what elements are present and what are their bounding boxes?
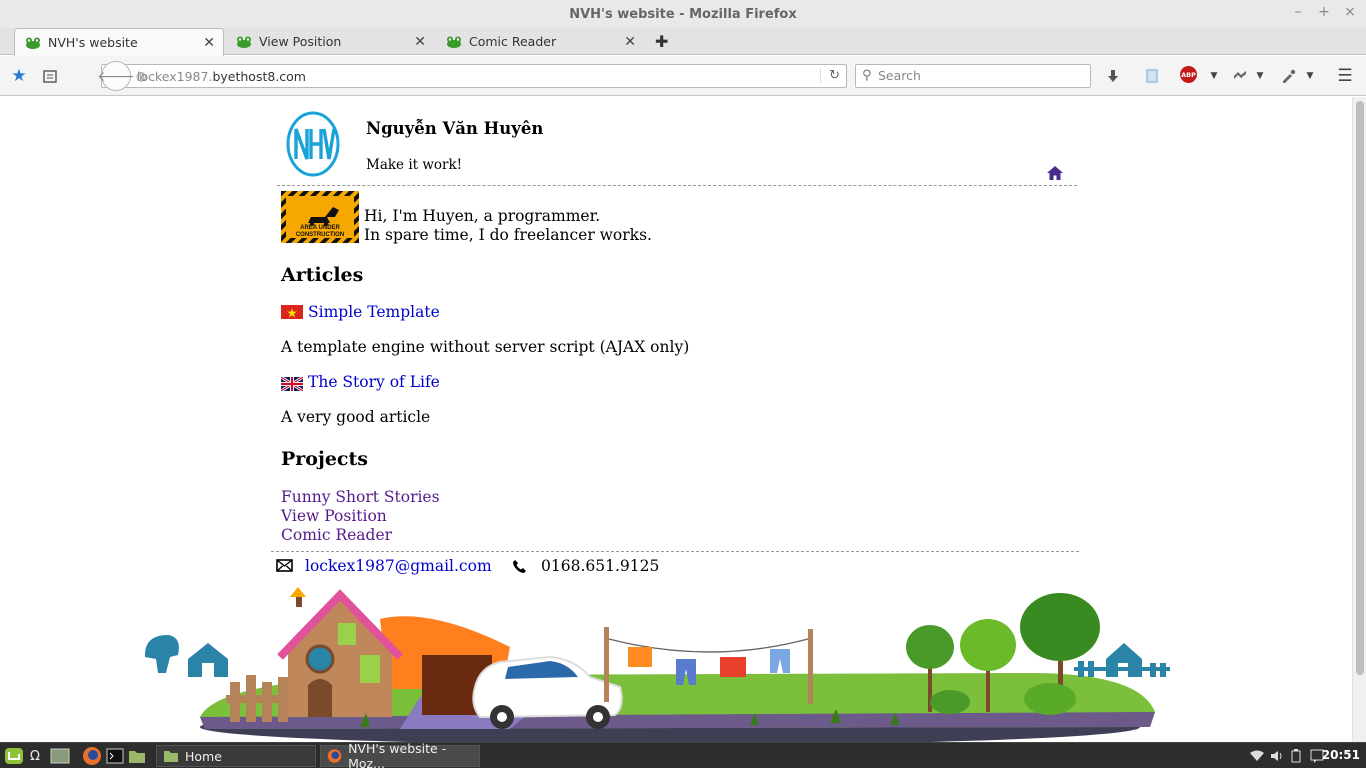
contact-phone: 0168.651.9125 [541,557,660,575]
frog-favicon-icon [237,36,251,48]
projects-heading: Projects [281,448,368,470]
envelope-icon [276,559,293,572]
tab-view-position[interactable]: View Position ✕ [226,28,434,55]
show-desktop-icon[interactable] [50,746,70,766]
extension-icon[interactable] [1230,66,1250,86]
download-icon[interactable] [1103,66,1123,86]
maximize-button[interactable]: + [1318,4,1330,20]
close-tab-icon[interactable]: ✕ [414,34,426,50]
mint-menu-icon[interactable] [4,746,24,766]
tab-nvh-website[interactable]: NVH's website ✕ [14,28,224,56]
pocket-icon[interactable] [1142,66,1162,86]
navigation-toolbar: ★ 🡐 ◍ lockex1987.byethost8.com ↻ ⚲ ▼ ▼ ▼… [0,56,1366,96]
article-description: A template engine without server script … [281,338,690,356]
frog-favicon-icon [26,37,40,49]
close-window-button[interactable]: × [1344,4,1356,20]
search-bar[interactable]: ⚲ [855,64,1091,88]
volume-icon[interactable] [1270,746,1284,766]
minimize-button[interactable]: – [1292,4,1304,20]
site-logo [286,111,340,177]
folder-icon [164,751,178,762]
articles-heading: Articles [281,264,364,286]
site-tagline: Make it work! [366,157,463,173]
firefox-launcher-icon[interactable] [82,746,102,766]
abp-dropdown-icon[interactable]: ▼ [1204,66,1224,86]
bookmark-star-icon[interactable]: ★ [9,66,29,86]
window-title: NVH's website - Mozilla Firefox [569,6,797,22]
url-text[interactable]: lockex1987.byethost8.com [137,69,306,84]
back-button[interactable]: 🡐 [97,61,135,91]
vietnam-flag-icon [281,305,303,319]
project-link-view-position[interactable]: View Position [281,507,387,525]
web-page: Nguyễn Văn Huyên Make it work! AREA UNDE… [0,97,1352,742]
taskbar-window-firefox[interactable]: NVH's website - Moz... [320,741,480,768]
search-icon: ⚲ [862,68,872,83]
contact-email: lockex1987@gmail.com [305,557,492,575]
extension-dropdown-icon[interactable]: ▼ [1250,66,1270,86]
battery-icon[interactable] [1290,746,1302,766]
svg-text:AREA UNDER: AREA UNDER [300,225,340,231]
taskbar-window-label: NVH's website - Moz... [348,741,447,768]
svg-text:CONSTRUCTION: CONSTRUCTION [296,232,344,238]
charmap-icon[interactable]: Ω [30,746,40,766]
project-link-funny-short-stories[interactable]: Funny Short Stories [281,488,440,506]
article-link-story-of-life[interactable]: The Story of Life [308,373,440,391]
landscape-illustration [144,587,1170,742]
intro-line: In spare time, I do freelancer works. [364,226,652,244]
tools-dropdown-icon[interactable]: ▼ [1300,66,1320,86]
url-bar[interactable]: 🡐 ◍ lockex1987.byethost8.com ↻ [97,61,847,91]
taskbar-window-home[interactable]: Home [156,745,316,767]
taskbar-clock: 20:51 [1321,748,1360,762]
site-name: Nguyễn Văn Huyên [366,119,544,138]
page-scrollbar[interactable] [1352,97,1366,742]
intro-line: Hi, I'm Huyen, a programmer. [364,207,601,225]
home-icon[interactable] [1046,165,1064,181]
search-input[interactable] [878,68,1078,83]
uk-flag-icon [281,377,303,391]
article-link-simple-template[interactable]: Simple Template [308,303,440,321]
article-description: A very good article [281,408,431,426]
site-header: Nguyễn Văn Huyên Make it work! [277,97,1077,186]
tab-comic-reader[interactable]: Comic Reader ✕ [436,28,644,55]
adblock-icon[interactable]: ABP [1180,66,1197,83]
files-launcher-icon[interactable] [128,746,146,766]
wifi-icon[interactable] [1250,746,1264,766]
taskbar-window-label: Home [185,748,222,764]
reload-icon[interactable]: ↻ [820,68,840,83]
reading-list-icon[interactable] [40,66,60,86]
close-tab-icon[interactable]: ✕ [624,34,636,50]
tab-strip: NVH's website ✕ View Position ✕ Comic Re… [0,28,1366,56]
eyedropper-icon[interactable] [1279,66,1299,86]
window-titlebar: NVH's website - Mozilla Firefox – + × [0,0,1366,28]
phone-icon [513,560,526,573]
tab-label: NVH's website [48,35,138,50]
footer-divider [271,551,1079,552]
close-tab-icon[interactable]: ✕ [203,35,215,51]
menu-hamburger-icon[interactable]: ☰ [1335,66,1355,86]
frog-favicon-icon [447,36,461,48]
terminal-launcher-icon[interactable] [106,746,124,766]
intro-text: Hi, I'm Huyen, a programmer. In spare ti… [364,207,652,245]
under-construction-sign: AREA UNDER CONSTRUCTION [281,191,359,243]
system-taskbar: Ω Home NVH's website - Moz... 20:51 [0,741,1366,768]
new-tab-button[interactable]: ✚ [655,32,668,51]
firefox-icon [327,749,342,763]
tab-label: Comic Reader [469,34,557,49]
project-link-comic-reader[interactable]: Comic Reader [281,526,392,544]
window-controls: – + × [1292,4,1356,20]
scrollbar-thumb[interactable] [1356,101,1364,675]
tab-label: View Position [259,34,342,49]
email-link[interactable]: lockex1987@gmail.com [305,557,492,575]
